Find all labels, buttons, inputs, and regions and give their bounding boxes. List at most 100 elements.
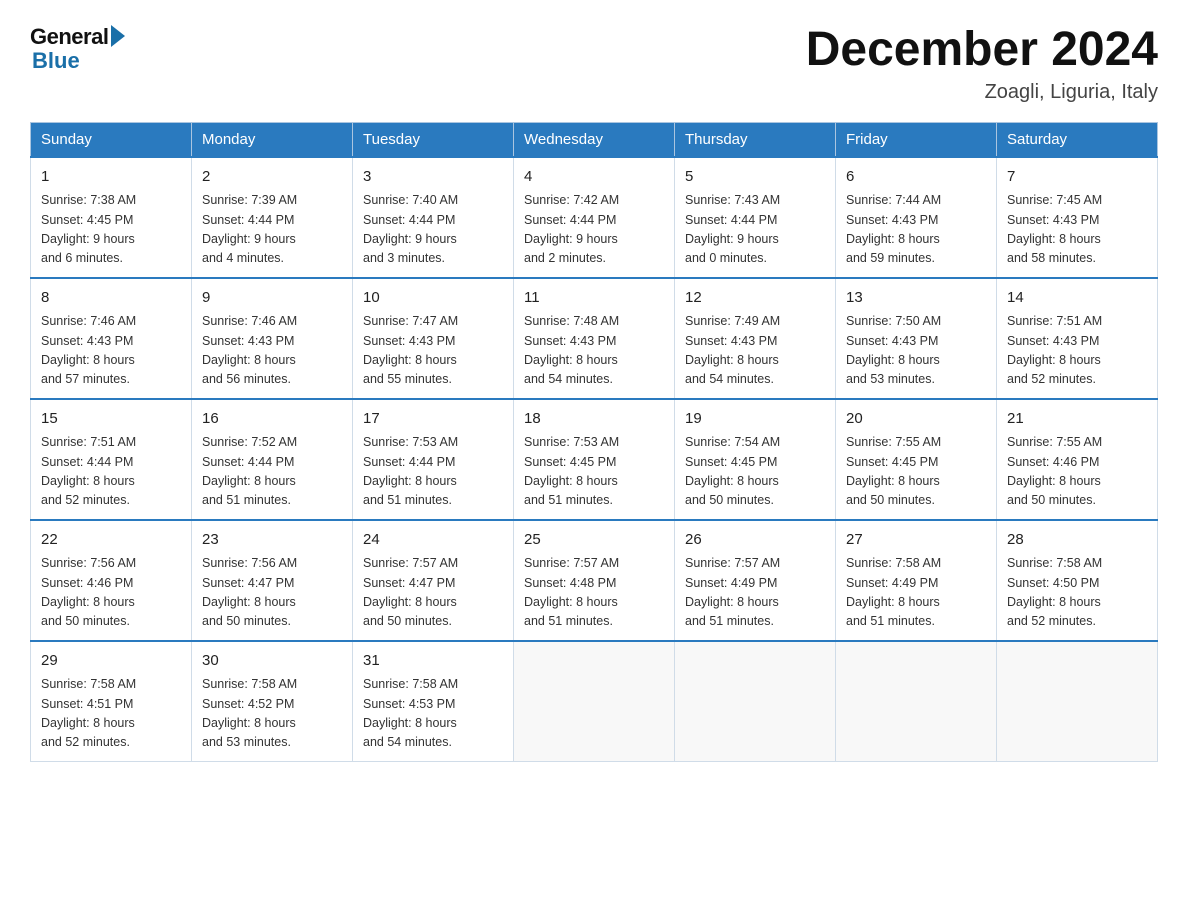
day-number: 25 (524, 529, 664, 552)
calendar-day-cell: 4Sunrise: 7:42 AMSunset: 4:44 PMDaylight… (514, 157, 675, 278)
calendar-day-cell: 28Sunrise: 7:58 AMSunset: 4:50 PMDayligh… (997, 520, 1158, 641)
day-number: 15 (41, 408, 181, 431)
day-info: Sunrise: 7:53 AMSunset: 4:44 PMDaylight:… (363, 433, 503, 511)
day-number: 6 (846, 166, 986, 189)
day-info: Sunrise: 7:50 AMSunset: 4:43 PMDaylight:… (846, 312, 986, 390)
day-info: Sunrise: 7:51 AMSunset: 4:44 PMDaylight:… (41, 433, 181, 511)
day-info: Sunrise: 7:44 AMSunset: 4:43 PMDaylight:… (846, 191, 986, 269)
calendar-day-cell: 20Sunrise: 7:55 AMSunset: 4:45 PMDayligh… (836, 399, 997, 520)
day-number: 13 (846, 287, 986, 310)
day-info: Sunrise: 7:39 AMSunset: 4:44 PMDaylight:… (202, 191, 342, 269)
day-info: Sunrise: 7:45 AMSunset: 4:43 PMDaylight:… (1007, 191, 1147, 269)
day-number: 24 (363, 529, 503, 552)
calendar-day-cell (514, 641, 675, 762)
day-info: Sunrise: 7:55 AMSunset: 4:46 PMDaylight:… (1007, 433, 1147, 511)
day-number: 31 (363, 650, 503, 673)
weekday-header-tuesday: Tuesday (353, 122, 514, 157)
day-number: 23 (202, 529, 342, 552)
day-number: 22 (41, 529, 181, 552)
calendar-day-cell: 30Sunrise: 7:58 AMSunset: 4:52 PMDayligh… (192, 641, 353, 762)
day-number: 28 (1007, 529, 1147, 552)
day-info: Sunrise: 7:38 AMSunset: 4:45 PMDaylight:… (41, 191, 181, 269)
day-info: Sunrise: 7:58 AMSunset: 4:52 PMDaylight:… (202, 675, 342, 753)
weekday-header-row: SundayMondayTuesdayWednesdayThursdayFrid… (31, 122, 1158, 157)
day-info: Sunrise: 7:57 AMSunset: 4:49 PMDaylight:… (685, 554, 825, 632)
calendar-day-cell: 11Sunrise: 7:48 AMSunset: 4:43 PMDayligh… (514, 278, 675, 399)
calendar-day-cell: 31Sunrise: 7:58 AMSunset: 4:53 PMDayligh… (353, 641, 514, 762)
day-number: 19 (685, 408, 825, 431)
calendar-day-cell: 17Sunrise: 7:53 AMSunset: 4:44 PMDayligh… (353, 399, 514, 520)
page-header: General Blue December 2024 Zoagli, Ligur… (30, 24, 1158, 104)
calendar-day-cell: 25Sunrise: 7:57 AMSunset: 4:48 PMDayligh… (514, 520, 675, 641)
calendar-day-cell: 3Sunrise: 7:40 AMSunset: 4:44 PMDaylight… (353, 157, 514, 278)
day-info: Sunrise: 7:55 AMSunset: 4:45 PMDaylight:… (846, 433, 986, 511)
calendar-day-cell: 2Sunrise: 7:39 AMSunset: 4:44 PMDaylight… (192, 157, 353, 278)
day-info: Sunrise: 7:57 AMSunset: 4:47 PMDaylight:… (363, 554, 503, 632)
main-title: December 2024 (806, 24, 1158, 77)
calendar-day-cell: 24Sunrise: 7:57 AMSunset: 4:47 PMDayligh… (353, 520, 514, 641)
day-number: 9 (202, 287, 342, 310)
day-info: Sunrise: 7:54 AMSunset: 4:45 PMDaylight:… (685, 433, 825, 511)
day-number: 10 (363, 287, 503, 310)
day-info: Sunrise: 7:48 AMSunset: 4:43 PMDaylight:… (524, 312, 664, 390)
calendar-day-cell: 10Sunrise: 7:47 AMSunset: 4:43 PMDayligh… (353, 278, 514, 399)
day-info: Sunrise: 7:58 AMSunset: 4:51 PMDaylight:… (41, 675, 181, 753)
day-info: Sunrise: 7:43 AMSunset: 4:44 PMDaylight:… (685, 191, 825, 269)
logo-blue-text: Blue (32, 48, 80, 74)
calendar-week-row: 8Sunrise: 7:46 AMSunset: 4:43 PMDaylight… (31, 278, 1158, 399)
calendar-day-cell: 1Sunrise: 7:38 AMSunset: 4:45 PMDaylight… (31, 157, 192, 278)
calendar-day-cell: 29Sunrise: 7:58 AMSunset: 4:51 PMDayligh… (31, 641, 192, 762)
day-info: Sunrise: 7:40 AMSunset: 4:44 PMDaylight:… (363, 191, 503, 269)
calendar-day-cell (997, 641, 1158, 762)
day-info: Sunrise: 7:46 AMSunset: 4:43 PMDaylight:… (41, 312, 181, 390)
calendar-day-cell: 8Sunrise: 7:46 AMSunset: 4:43 PMDaylight… (31, 278, 192, 399)
calendar-week-row: 22Sunrise: 7:56 AMSunset: 4:46 PMDayligh… (31, 520, 1158, 641)
calendar-day-cell: 14Sunrise: 7:51 AMSunset: 4:43 PMDayligh… (997, 278, 1158, 399)
logo-general-text: General (30, 24, 108, 50)
calendar-day-cell: 15Sunrise: 7:51 AMSunset: 4:44 PMDayligh… (31, 399, 192, 520)
calendar-day-cell: 12Sunrise: 7:49 AMSunset: 4:43 PMDayligh… (675, 278, 836, 399)
day-info: Sunrise: 7:56 AMSunset: 4:47 PMDaylight:… (202, 554, 342, 632)
location-subtitle: Zoagli, Liguria, Italy (806, 81, 1158, 104)
day-number: 27 (846, 529, 986, 552)
calendar-day-cell: 23Sunrise: 7:56 AMSunset: 4:47 PMDayligh… (192, 520, 353, 641)
calendar-week-row: 15Sunrise: 7:51 AMSunset: 4:44 PMDayligh… (31, 399, 1158, 520)
day-info: Sunrise: 7:42 AMSunset: 4:44 PMDaylight:… (524, 191, 664, 269)
weekday-header-saturday: Saturday (997, 122, 1158, 157)
day-number: 30 (202, 650, 342, 673)
calendar-day-cell: 18Sunrise: 7:53 AMSunset: 4:45 PMDayligh… (514, 399, 675, 520)
calendar-day-cell (675, 641, 836, 762)
calendar-day-cell: 9Sunrise: 7:46 AMSunset: 4:43 PMDaylight… (192, 278, 353, 399)
calendar-day-cell: 26Sunrise: 7:57 AMSunset: 4:49 PMDayligh… (675, 520, 836, 641)
calendar-week-row: 1Sunrise: 7:38 AMSunset: 4:45 PMDaylight… (31, 157, 1158, 278)
calendar-body: 1Sunrise: 7:38 AMSunset: 4:45 PMDaylight… (31, 157, 1158, 762)
weekday-header-friday: Friday (836, 122, 997, 157)
day-info: Sunrise: 7:57 AMSunset: 4:48 PMDaylight:… (524, 554, 664, 632)
day-number: 21 (1007, 408, 1147, 431)
day-number: 5 (685, 166, 825, 189)
day-info: Sunrise: 7:47 AMSunset: 4:43 PMDaylight:… (363, 312, 503, 390)
day-number: 20 (846, 408, 986, 431)
calendar-day-cell: 19Sunrise: 7:54 AMSunset: 4:45 PMDayligh… (675, 399, 836, 520)
day-info: Sunrise: 7:56 AMSunset: 4:46 PMDaylight:… (41, 554, 181, 632)
day-number: 8 (41, 287, 181, 310)
day-info: Sunrise: 7:58 AMSunset: 4:49 PMDaylight:… (846, 554, 986, 632)
day-number: 18 (524, 408, 664, 431)
day-info: Sunrise: 7:52 AMSunset: 4:44 PMDaylight:… (202, 433, 342, 511)
logo-arrow-icon (111, 25, 125, 47)
weekday-header-sunday: Sunday (31, 122, 192, 157)
day-number: 12 (685, 287, 825, 310)
day-number: 14 (1007, 287, 1147, 310)
logo: General Blue (30, 24, 125, 74)
title-section: December 2024 Zoagli, Liguria, Italy (806, 24, 1158, 104)
day-info: Sunrise: 7:46 AMSunset: 4:43 PMDaylight:… (202, 312, 342, 390)
day-number: 16 (202, 408, 342, 431)
calendar-day-cell: 6Sunrise: 7:44 AMSunset: 4:43 PMDaylight… (836, 157, 997, 278)
day-number: 7 (1007, 166, 1147, 189)
calendar-table: SundayMondayTuesdayWednesdayThursdayFrid… (30, 122, 1158, 762)
calendar-day-cell: 5Sunrise: 7:43 AMSunset: 4:44 PMDaylight… (675, 157, 836, 278)
calendar-day-cell: 13Sunrise: 7:50 AMSunset: 4:43 PMDayligh… (836, 278, 997, 399)
day-number: 26 (685, 529, 825, 552)
day-number: 3 (363, 166, 503, 189)
calendar-day-cell: 27Sunrise: 7:58 AMSunset: 4:49 PMDayligh… (836, 520, 997, 641)
